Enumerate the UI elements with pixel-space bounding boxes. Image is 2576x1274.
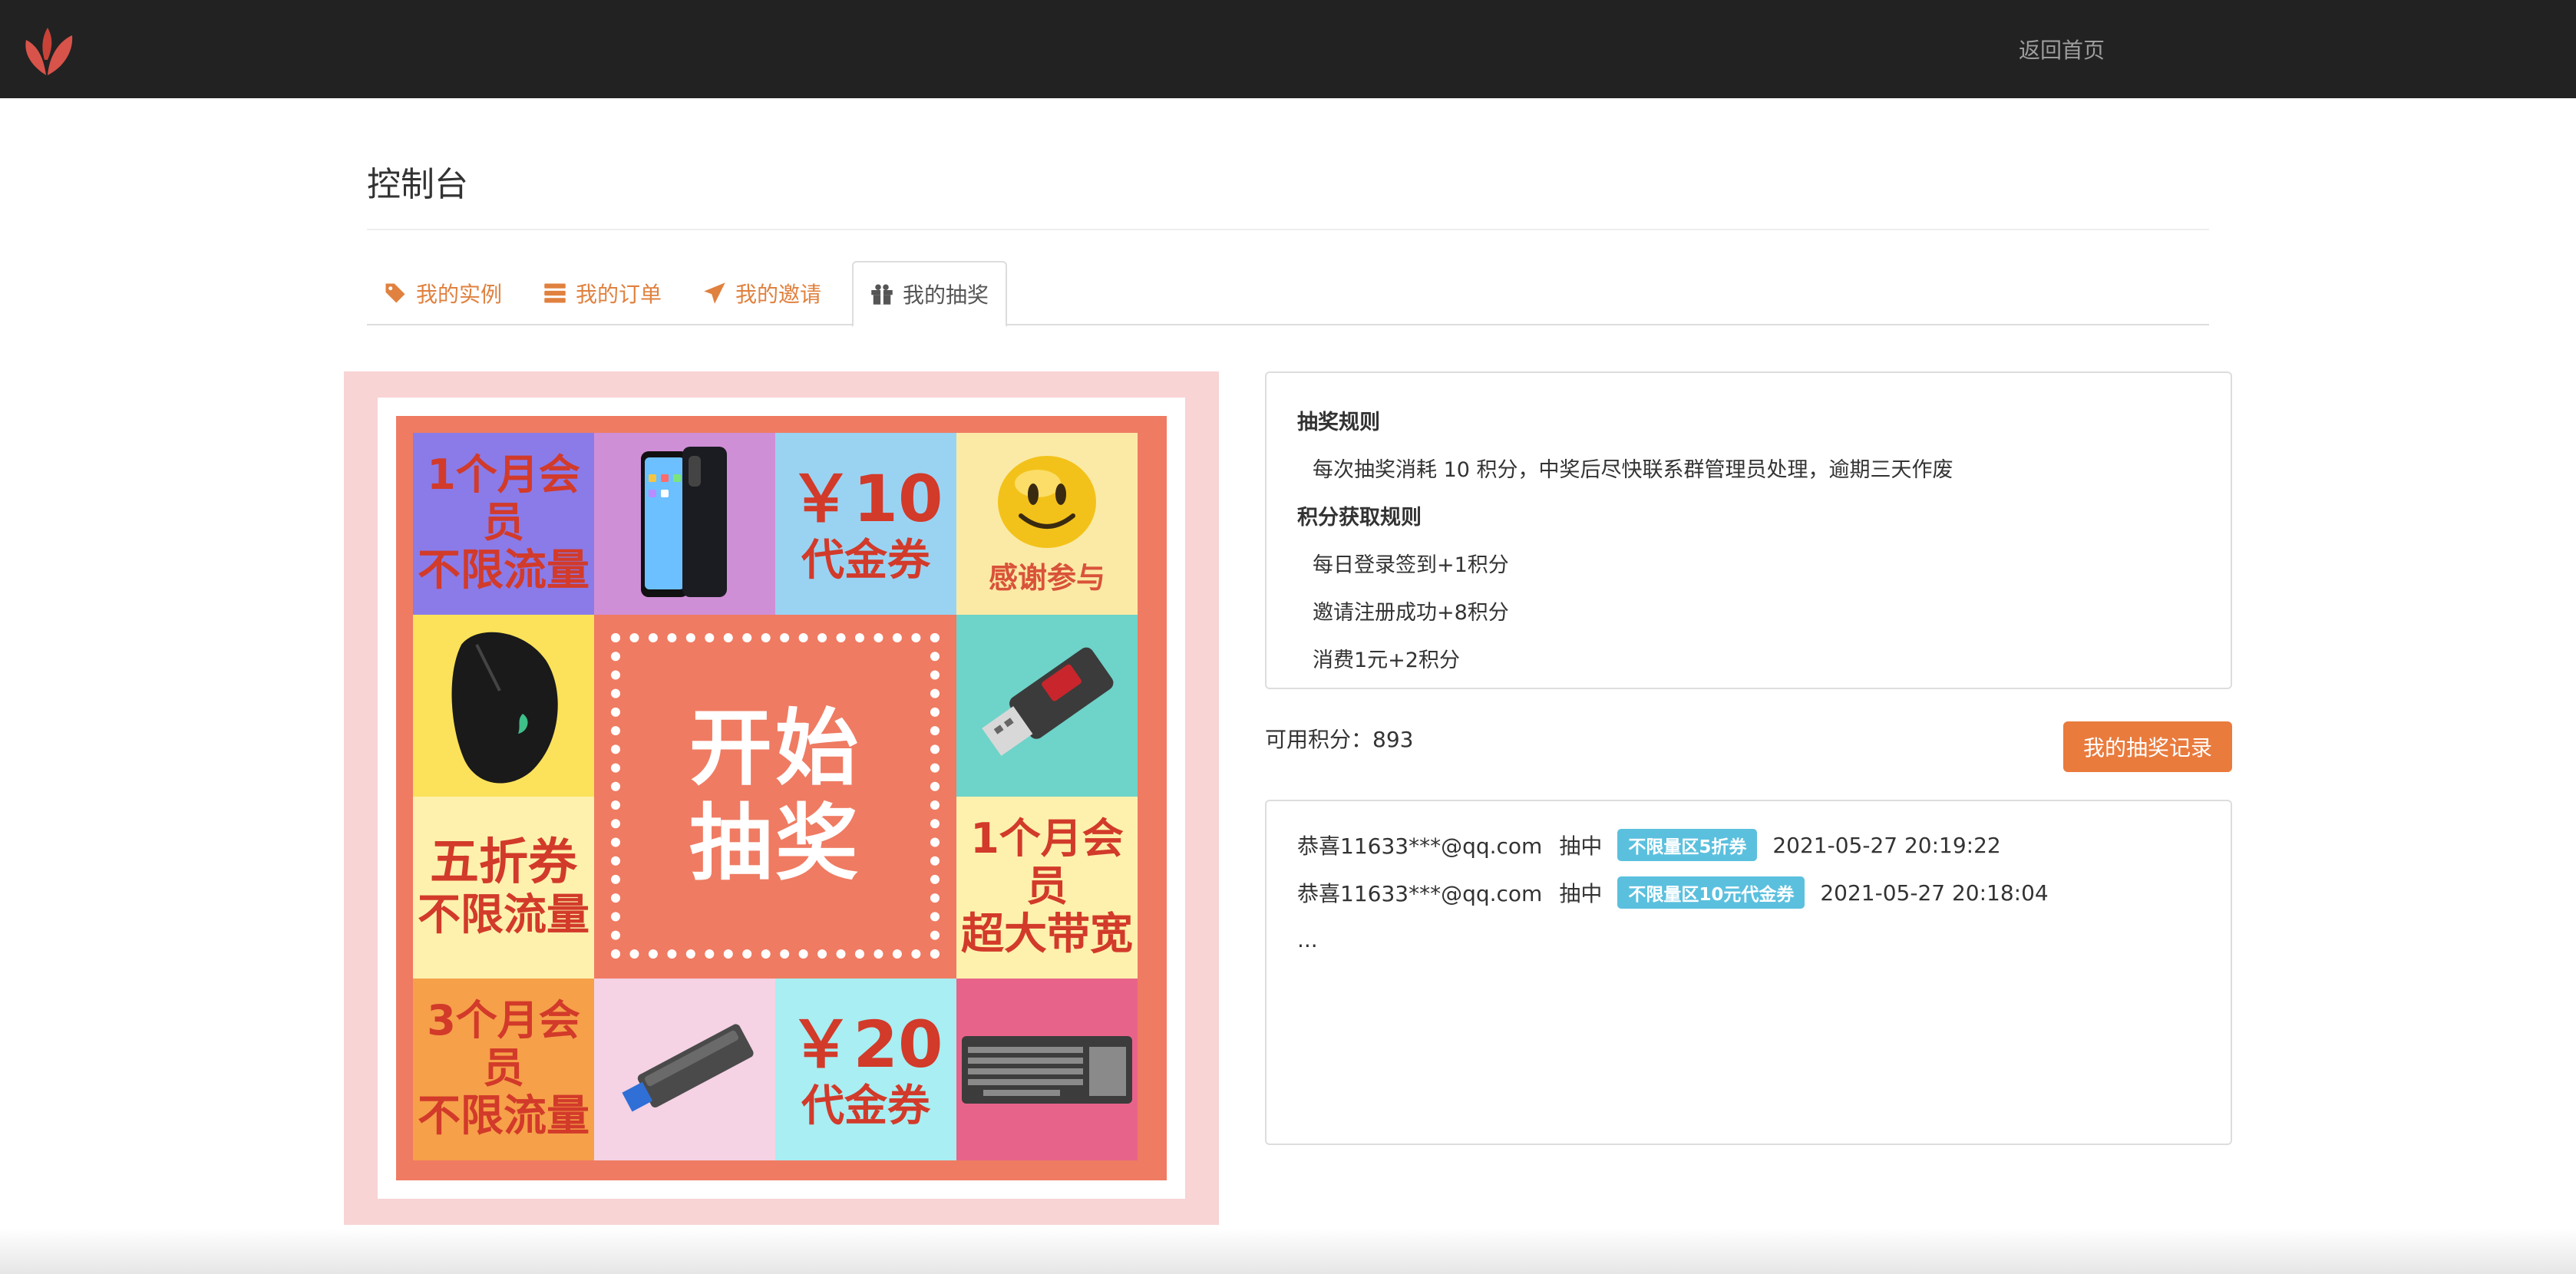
prize-badge: 不限量区5折券	[1617, 829, 1758, 861]
prize-line1: 五折券	[430, 833, 577, 891]
start-lottery-label[interactable]: 开始 抽奖	[594, 615, 956, 979]
prize-keyboard	[956, 979, 1138, 1160]
prize-line2: 不限流量	[418, 890, 590, 941]
record-user: 恭喜11633***@qq.com	[1297, 833, 1543, 859]
prize-20-voucher: ￥20 代金券	[775, 979, 956, 1160]
tab-my-lottery[interactable]: 我的抽奖	[852, 261, 1008, 327]
tab-label: 我的实例	[416, 282, 503, 307]
points-rule-item: 消费1元+2积分	[1313, 649, 1460, 672]
record-time: 2021-05-27 20:19:22	[1772, 832, 2001, 858]
lottery-board: 1个月会员 不限流量 ￥10 代金券 感谢参与 开始 抽奖 五折券 不限流量 1…	[344, 371, 1219, 1225]
tab-my-orders[interactable]: 我的订单	[527, 261, 679, 325]
prize-badge: 不限量区10元代金券	[1617, 876, 1805, 909]
phone-icon	[641, 446, 727, 597]
record-user: 恭喜11633***@qq.com	[1297, 881, 1543, 906]
prize-half-off: 五折券 不限流量	[413, 797, 594, 979]
prize-1-month-bandwidth: 1个月会员 超大带宽	[956, 797, 1138, 979]
page-title: 控制台	[367, 165, 468, 204]
record-verb: 抽中	[1559, 833, 1603, 859]
prize-ssd	[594, 979, 775, 1160]
points-rule-item: 邀请注册成功+8积分	[1313, 601, 1509, 625]
top-navbar: 返回首页	[0, 0, 2576, 98]
home-link[interactable]: 返回首页	[2019, 34, 2105, 64]
console-tabs: 我的实例 我的订单 我的邀请 我的抽奖	[367, 261, 2209, 327]
points-rules-title: 积分获取规则	[1297, 506, 1422, 530]
prize-usb-drive	[956, 615, 1138, 797]
start-line2: 抽奖	[689, 796, 861, 892]
available-points: 可用积分：893	[1265, 723, 1413, 754]
smiley-icon	[998, 456, 1096, 548]
start-lottery-button[interactable]: 开始 抽奖	[594, 615, 956, 979]
points-label: 可用积分：	[1265, 727, 1373, 752]
prize-3-month-unlimited: 3个月会员 不限流量	[413, 979, 594, 1160]
prize-10-voucher: ￥10 代金券	[775, 433, 956, 615]
tab-my-invites[interactable]: 我的邀请	[686, 261, 838, 325]
server-icon	[544, 283, 566, 303]
prize-line2: 代金券	[801, 1081, 930, 1131]
prize-line2: 代金券	[801, 535, 930, 586]
record-row: 恭喜11633***@qq.com 抽中 不限量区10元代金券 2021-05-…	[1297, 869, 2200, 916]
records-more: ...	[1297, 927, 1318, 952]
usb-drive-icon	[982, 647, 1114, 756]
tab-label: 我的邀请	[735, 282, 822, 307]
board-frame: 1个月会员 不限流量 ￥10 代金券 感谢参与 开始 抽奖 五折券 不限流量 1…	[378, 398, 1185, 1199]
tag-icon	[385, 283, 405, 303]
leaf-logo-icon[interactable]	[18, 21, 77, 80]
prize-line1: 3个月会员	[427, 996, 580, 1093]
points-value: 893	[1372, 727, 1414, 752]
ssd-icon	[622, 1023, 754, 1112]
prize-line1: ￥20	[788, 1007, 943, 1082]
send-icon	[704, 282, 725, 304]
start-line1: 开始	[689, 700, 861, 797]
keyboard-icon	[962, 1035, 1132, 1104]
board-inner: 1个月会员 不限流量 ￥10 代金券 感谢参与 开始 抽奖 五折券 不限流量 1…	[396, 416, 1167, 1180]
lottery-records-panel: 恭喜11633***@qq.com 抽中 不限量区5折券 2021-05-27 …	[1265, 800, 2232, 1145]
prize-line1: ￥10	[788, 461, 943, 536]
rules-description: 每次抽奖消耗 10 积分，中奖后尽快联系群管理员处理，逾期三天作废	[1313, 458, 1953, 482]
points-rule-item: 每日登录签到+1积分	[1313, 553, 1509, 577]
prize-1-month-unlimited: 1个月会员 不限流量	[413, 433, 594, 615]
bottom-edge-shadow	[0, 1228, 2576, 1274]
prize-phone	[594, 433, 775, 615]
prize-thanks: 感谢参与	[956, 433, 1138, 615]
prize-line2: 感谢参与	[988, 561, 1105, 595]
prize-line1: 1个月会员	[427, 451, 580, 547]
tab-label: 我的订单	[576, 282, 662, 307]
prize-line2: 不限流量	[418, 546, 590, 596]
prize-grid: 1个月会员 不限流量 ￥10 代金券 感谢参与 开始 抽奖 五折券 不限流量 1…	[413, 433, 1138, 1160]
record-row: 恭喜11633***@qq.com 抽中 不限量区5折券 2021-05-27 …	[1297, 821, 2200, 869]
prize-mouse	[413, 615, 594, 797]
prize-line2: 不限流量	[418, 1091, 590, 1142]
lottery-rules-panel: 抽奖规则 每次抽奖消耗 10 积分，中奖后尽快联系群管理员处理，逾期三天作废 积…	[1265, 371, 2232, 689]
my-lottery-records-button[interactable]: 我的抽奖记录	[2063, 721, 2232, 772]
tab-my-instances[interactable]: 我的实例	[367, 261, 519, 325]
mouse-icon	[451, 632, 558, 784]
prize-line2: 超大带宽	[961, 909, 1133, 960]
rules-title: 抽奖规则	[1297, 411, 1380, 434]
record-time: 2021-05-27 20:18:04	[1820, 880, 2049, 906]
record-verb: 抽中	[1559, 881, 1603, 906]
title-divider	[367, 229, 2209, 230]
tab-label: 我的抽奖	[903, 282, 989, 308]
gift-icon	[871, 284, 893, 305]
prize-line1: 1个月会员	[970, 814, 1124, 911]
